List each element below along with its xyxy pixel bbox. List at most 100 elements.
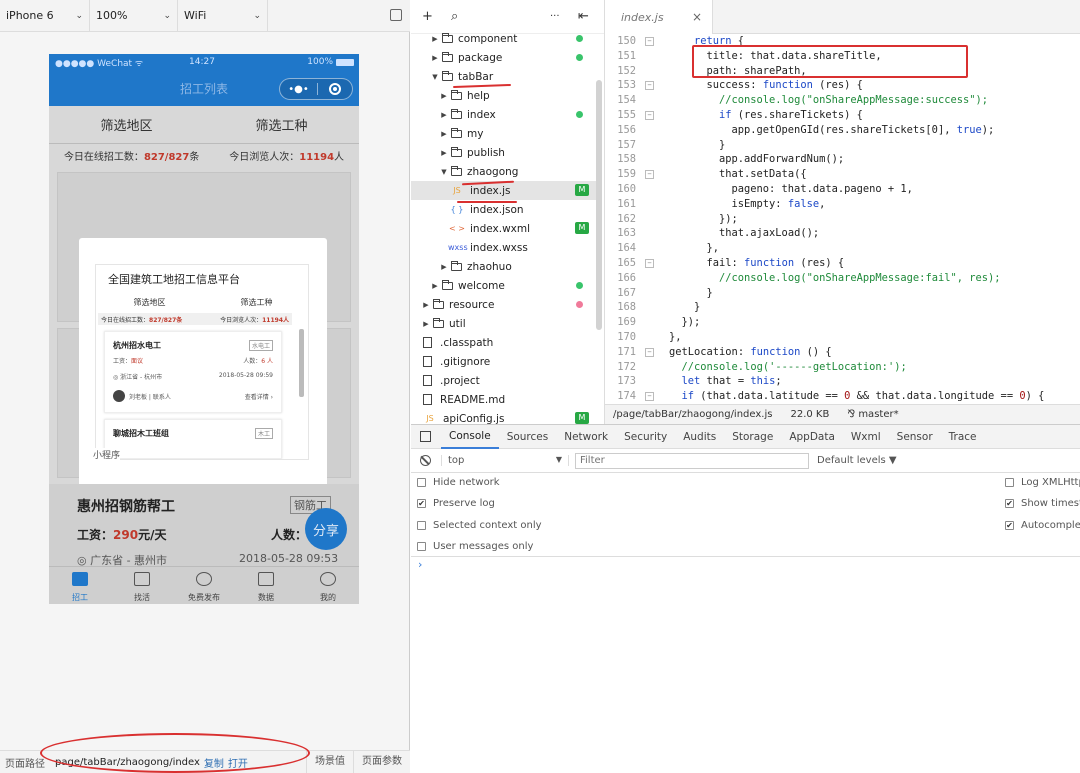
tab-sources[interactable]: Sources <box>499 425 557 449</box>
code-line[interactable]: 166 //console.log("onShareAppMessage:fail… <box>605 271 1080 286</box>
file-tree-item[interactable]: ▼ zhaogong <box>411 162 601 181</box>
file-tree-item[interactable]: ▶ package <box>411 48 601 67</box>
caret-down-icon[interactable]: ▼ <box>430 73 440 81</box>
tab-wxml[interactable]: Wxml <box>843 425 889 449</box>
caret-right-icon[interactable]: ▶ <box>430 282 440 290</box>
file-tree-item[interactable]: JS index.js M <box>411 181 601 200</box>
search-icon[interactable]: ⌕ <box>451 9 458 24</box>
tab-publish[interactable]: 免费发布 <box>173 567 235 604</box>
file-tree-item[interactable]: ▶ help <box>411 86 601 105</box>
tab-security[interactable]: Security <box>616 425 675 449</box>
code-line[interactable]: 162}); <box>605 212 1080 227</box>
file-tree-item[interactable]: README.md <box>411 390 601 409</box>
tab-console[interactable]: Console <box>441 425 499 449</box>
code-line[interactable]: 167} <box>605 286 1080 301</box>
code-line[interactable]: 161 isEmpty: false, <box>605 197 1080 212</box>
tab-network[interactable]: Network <box>556 425 616 449</box>
file-tree-item[interactable]: ▶ zhaohuo <box>411 257 601 276</box>
console-option[interactable]: User messages only <box>417 539 533 555</box>
fold-icon[interactable]: − <box>645 347 654 357</box>
console-option[interactable]: Selected context only <box>417 517 542 533</box>
scene-button[interactable]: 场景值 <box>306 751 353 773</box>
file-tree-item[interactable]: ▶ my <box>411 124 601 143</box>
caret-right-icon[interactable]: ▶ <box>439 130 449 138</box>
caret-right-icon[interactable]: ▶ <box>439 149 449 157</box>
tab-trace[interactable]: Trace <box>941 425 985 449</box>
caret-right-icon[interactable]: ▶ <box>439 92 449 100</box>
console-prompt[interactable]: › <box>418 558 422 571</box>
code-line[interactable]: 165− fail: function (res) { <box>605 256 1080 271</box>
code-line[interactable]: 174− if (that.data.latitude == 0 && that.… <box>605 389 1080 404</box>
tab-sensor[interactable]: Sensor <box>889 425 941 449</box>
code-area[interactable]: 150− return {151 title: that.data.shareTit… <box>605 34 1080 404</box>
code-line[interactable]: 156 app.getOpenGId(res.shareTickets[0], t… <box>605 123 1080 138</box>
more-icon[interactable]: ··· <box>550 11 560 22</box>
fold-icon[interactable]: − <box>645 81 654 91</box>
checkbox-icon[interactable] <box>417 542 426 551</box>
filter-area-button[interactable]: 筛选地区 <box>49 115 204 134</box>
capsule-menu[interactable]: •●• <box>279 78 353 100</box>
fold-icon[interactable]: − <box>645 259 654 268</box>
inspect-icon[interactable] <box>411 425 441 449</box>
caret-right-icon[interactable]: ▶ <box>421 301 431 309</box>
file-tree-item[interactable]: < > index.wxml M <box>411 219 601 238</box>
caret-right-icon[interactable]: ▶ <box>430 54 440 62</box>
rotate-icon[interactable] <box>390 9 402 21</box>
fold-icon[interactable]: − <box>645 170 654 180</box>
caret-right-icon[interactable]: ▶ <box>439 111 449 119</box>
console-option[interactable]: Log XMLHttpR <box>1005 474 1080 490</box>
network-select[interactable]: WiFi ⌄ <box>178 0 268 32</box>
code-line[interactable]: 164}, <box>605 241 1080 256</box>
editor-tab-index-js[interactable]: index.js × <box>605 0 713 34</box>
close-miniprogram-icon[interactable] <box>329 83 341 95</box>
checkbox-checked-icon[interactable]: ✔ <box>417 499 426 508</box>
console-filter-input[interactable] <box>575 452 809 469</box>
checkbox-checked-icon[interactable]: ✔ <box>1005 520 1014 530</box>
code-line[interactable]: 153− success: function (res) { <box>605 78 1080 93</box>
tab-audits[interactable]: Audits <box>675 425 724 449</box>
file-tree-item[interactable]: ▶ util <box>411 314 601 333</box>
code-line[interactable]: 169}); <box>605 315 1080 330</box>
file-tree-item[interactable]: ▶ resource <box>411 295 601 314</box>
code-line[interactable]: 172 //console.log('------getLocation:'); <box>605 360 1080 375</box>
tab-my[interactable]: 我的 <box>297 567 359 604</box>
code-line[interactable]: 160 pageno: that.data.pageno + 1, <box>605 182 1080 197</box>
collapse-icon[interactable]: ⇤ <box>578 9 589 24</box>
code-line[interactable]: 173 let that = this; <box>605 374 1080 389</box>
tab-zhaogong[interactable]: 招工 <box>49 567 111 604</box>
fold-icon[interactable]: − <box>645 111 654 120</box>
code-line[interactable]: 159− that.setData({ <box>605 167 1080 182</box>
code-line[interactable]: 154 //console.log("onShareAppMessage:succ… <box>605 93 1080 108</box>
file-tree-scrollbar[interactable] <box>596 80 602 330</box>
share-button[interactable]: 分享 <box>305 508 347 550</box>
code-line[interactable]: 171− getLocation: function () { <box>605 345 1080 360</box>
file-tree-item[interactable]: .gitignore <box>411 352 601 371</box>
file-tree-item[interactable]: .classpath <box>411 333 601 352</box>
close-icon[interactable]: × <box>692 10 702 24</box>
more-icon[interactable]: •●• <box>280 84 317 95</box>
code-line[interactable]: 157} <box>605 138 1080 153</box>
caret-right-icon[interactable]: ▶ <box>430 35 440 43</box>
code-line[interactable]: 158 app.addForwardNum(); <box>605 152 1080 167</box>
code-line[interactable]: 170}, <box>605 330 1080 345</box>
context-select[interactable]: top ▼ <box>441 455 569 466</box>
caret-right-icon[interactable]: ▶ <box>439 263 449 271</box>
file-tree-item[interactable]: ▶ index <box>411 105 601 124</box>
code-line[interactable]: 155− if (res.shareTickets) { <box>605 108 1080 123</box>
tab-zhaohuo[interactable]: 找活 <box>111 567 173 604</box>
git-branch[interactable]: ⅋ master* <box>847 409 898 420</box>
file-tree-item[interactable]: ▶ welcome <box>411 276 601 295</box>
filter-type-button[interactable]: 筛选工种 <box>204 115 359 134</box>
console-option[interactable]: Hide network <box>417 474 500 490</box>
console-option[interactable]: ✔ Autocomplete <box>1005 517 1080 533</box>
fold-icon[interactable]: − <box>645 392 654 402</box>
tab-data[interactable]: 数据 <box>235 567 297 604</box>
fold-icon[interactable]: − <box>645 37 654 46</box>
checkbox-icon[interactable] <box>417 520 426 530</box>
console-option[interactable]: ✔ Preserve log <box>417 496 495 512</box>
caret-down-icon[interactable]: ▼ <box>439 168 449 176</box>
file-tree-item[interactable]: ▶ component <box>411 29 601 48</box>
tab-storage[interactable]: Storage <box>724 425 781 449</box>
file-tree-item[interactable]: wxss index.wxss <box>411 238 601 257</box>
file-tree-item[interactable]: JS apiConfig.js M <box>411 409 601 424</box>
